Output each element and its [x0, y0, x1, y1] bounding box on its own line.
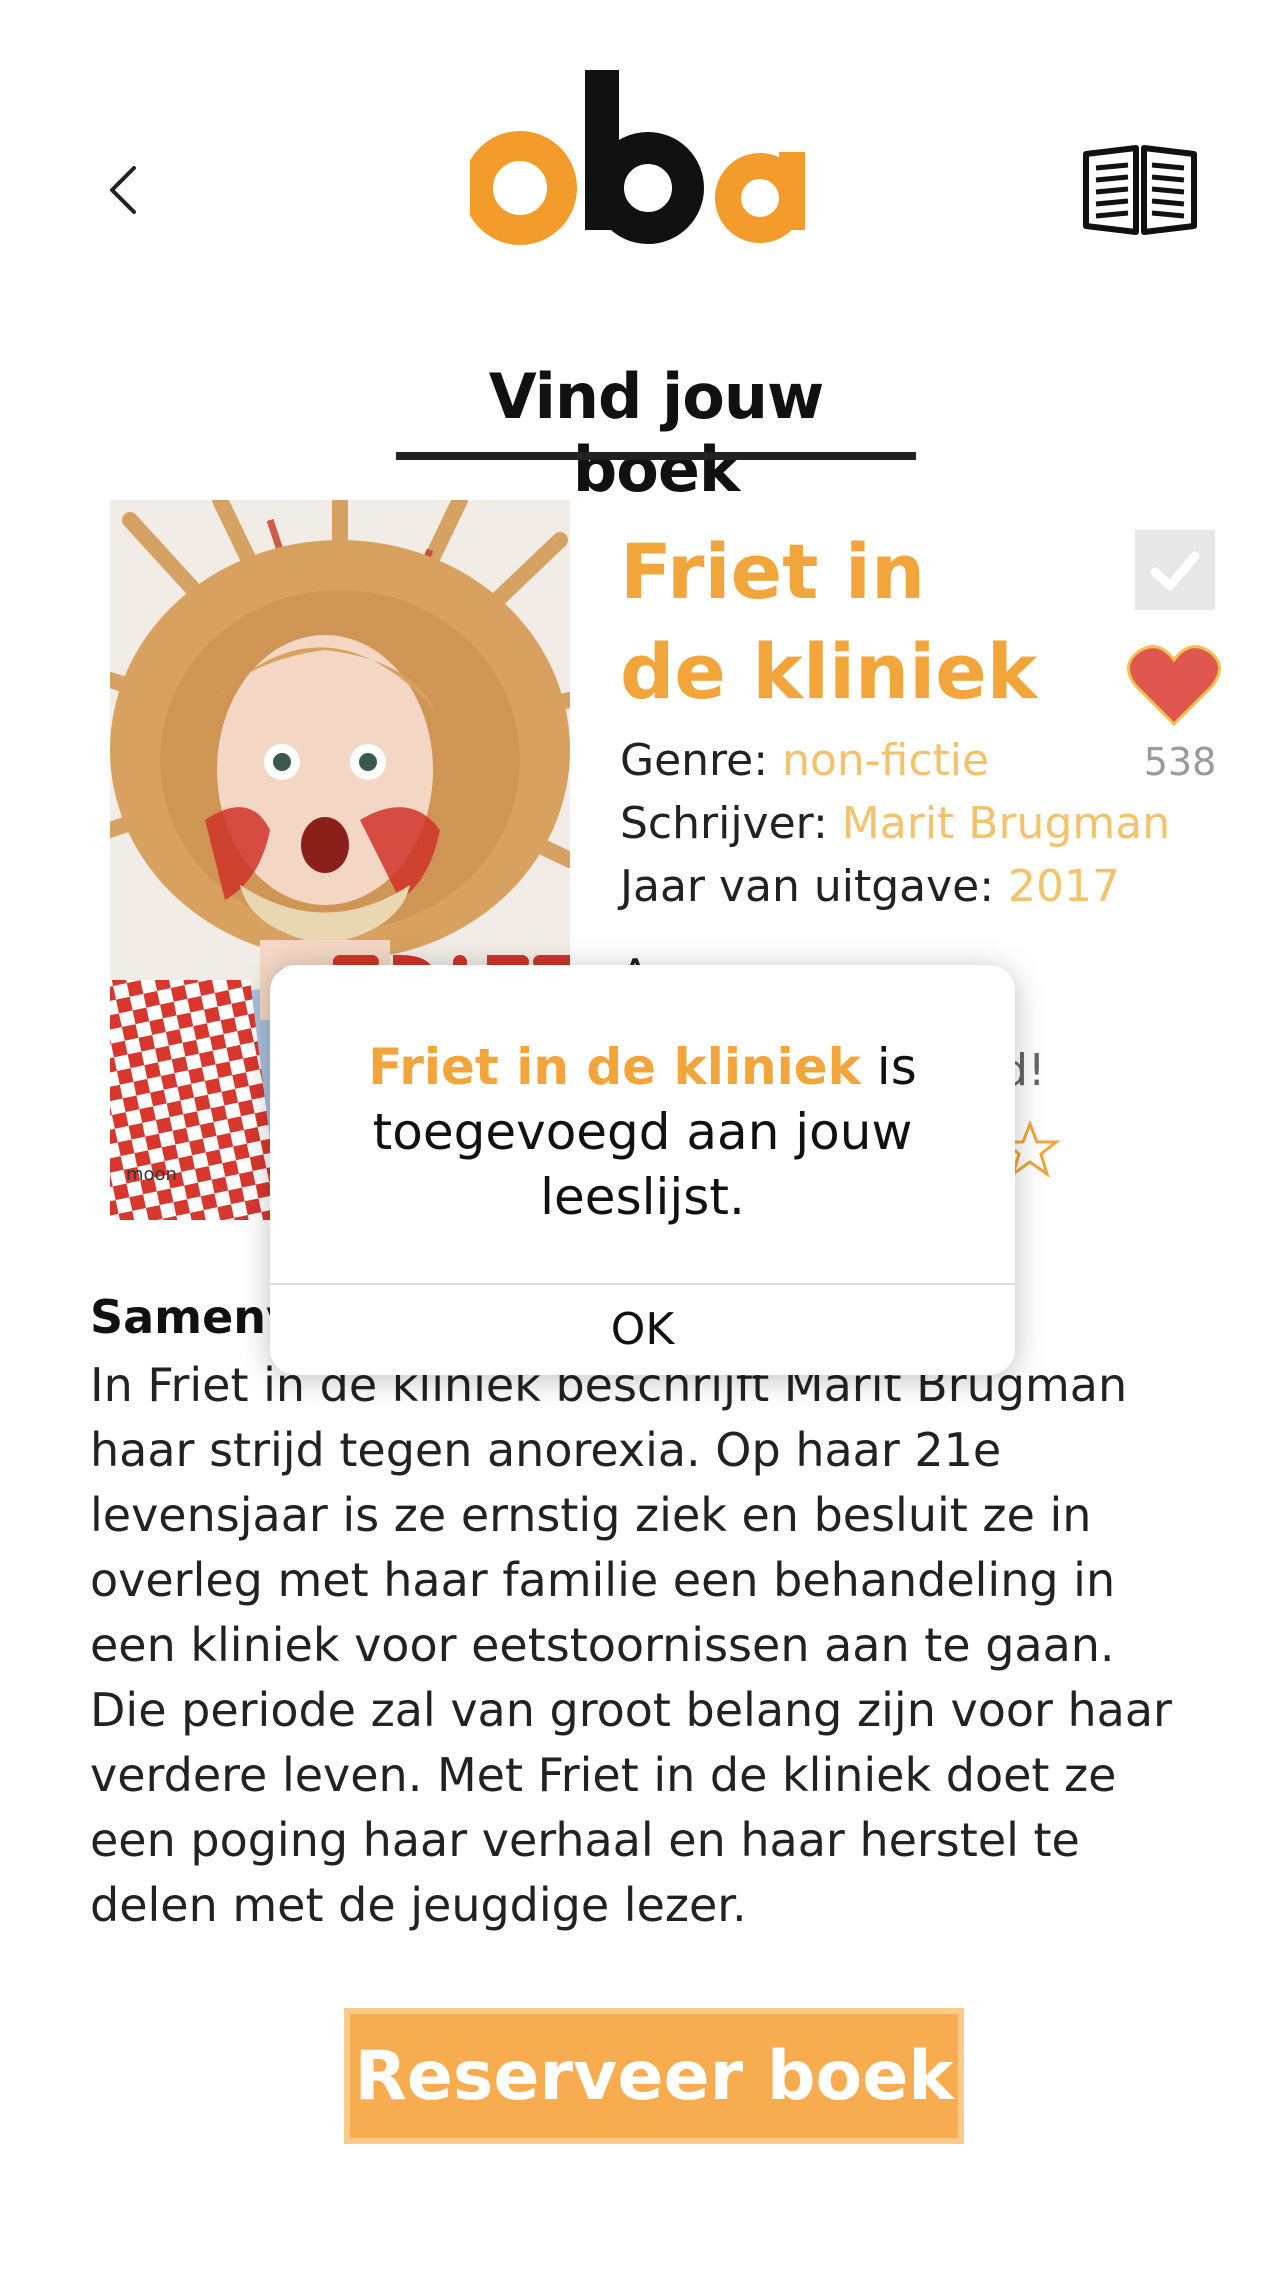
reserve-button[interactable]: Reserveer boek	[344, 2008, 964, 2144]
author-label: Schrijver:	[620, 798, 828, 849]
author-value[interactable]: Marit Brugman	[842, 798, 1170, 849]
oba-logo	[463, 60, 830, 260]
summary-text: In Friet in de kliniek beschrijft Marit …	[90, 1358, 1172, 1932]
alert-dialog: Friet in de kliniek is toegevoegd aan jo…	[270, 965, 1015, 1375]
read-checkbox[interactable]	[1135, 530, 1215, 610]
cover-publisher: moon	[126, 1164, 177, 1185]
open-book-icon	[1083, 145, 1197, 235]
author-row: Schrijver: Marit Brugman	[620, 798, 1170, 849]
year-label: Jaar van uitgave:	[620, 861, 995, 912]
book-title-line-2: de kliniek	[620, 627, 1038, 716]
reading-list-button[interactable]	[1080, 140, 1200, 240]
book-title-line-1: Friet in	[620, 527, 926, 616]
dialog-book-title: Friet in de kliniek	[368, 1038, 861, 1096]
genre-row: Genre: non-fictie	[620, 735, 989, 786]
genre-value[interactable]: non-fictie	[782, 735, 989, 786]
page-title: Vind jouw boek	[488, 360, 825, 506]
summary-heading: Samenv	[90, 1290, 297, 1344]
genre-label: Genre:	[620, 735, 769, 786]
title-underline	[396, 452, 916, 460]
chevron-left-icon	[110, 166, 136, 214]
checkmark-icon	[1150, 551, 1200, 591]
dialog-message: Friet in de kliniek is toegevoegd aan jo…	[310, 1035, 975, 1230]
back-button[interactable]	[96, 150, 156, 230]
book-title: Friet in de kliniek	[620, 522, 1100, 722]
year-row: Jaar van uitgave: 2017	[620, 861, 1120, 912]
like-count: 538	[1143, 740, 1217, 784]
dialog-ok-button[interactable]: OK	[270, 1285, 1015, 1375]
heart-icon	[1127, 645, 1221, 727]
year-value: 2017	[1008, 861, 1121, 912]
like-button[interactable]	[1126, 640, 1222, 730]
